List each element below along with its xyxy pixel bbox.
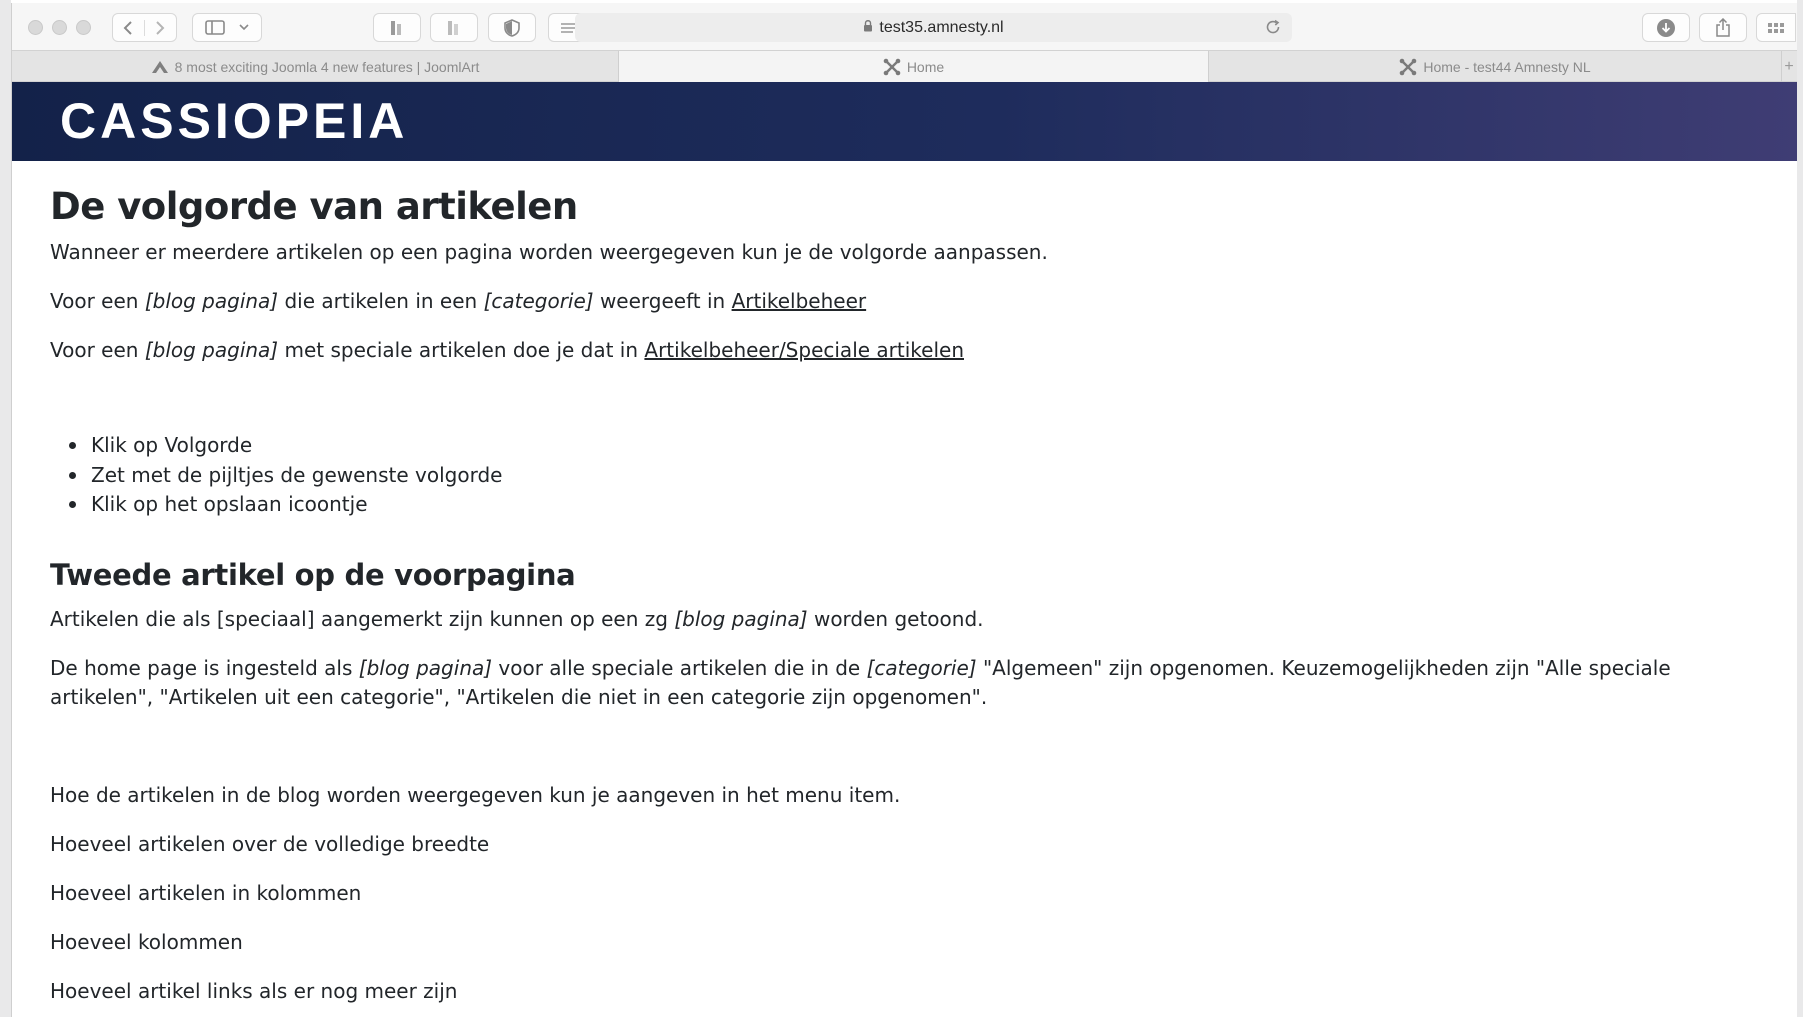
text: Artikelen die als [speciaal] aangemerkt … — [50, 607, 675, 631]
text-emphasis: [blog pagina] — [674, 607, 808, 631]
featured-paragraph: Artikelen die als [speciaal] aangemerkt … — [50, 605, 984, 634]
zoom-window-button[interactable] — [76, 20, 91, 35]
sidebar-toggle-button[interactable] — [192, 13, 262, 42]
text: worden getoond. — [807, 607, 984, 631]
steps-list: Klik op Volgorde Zet met de pijltjes de … — [68, 431, 502, 520]
close-window-button[interactable] — [28, 20, 43, 35]
extension-icon — [389, 19, 405, 37]
tab-label: Home — [906, 58, 945, 75]
grid-icon — [1767, 22, 1785, 34]
menu-item-paragraph: Hoe de artikelen in de blog worden weerg… — [50, 783, 901, 807]
chevron-down-icon[interactable] — [239, 24, 249, 31]
speciale-artikelen-link[interactable]: Artikelbeheer/Speciale artikelen — [644, 338, 964, 362]
new-tab-button[interactable]: + — [1781, 51, 1797, 82]
browser-window: test35.amnesty.nl 8 most exciting Joomla… — [11, 3, 1797, 1017]
list-item: Zet met de pijltjes de gewenste volgorde — [68, 461, 502, 491]
text: die artikelen in een — [278, 289, 484, 313]
desktop-background — [0, 0, 11, 1017]
category-ordering-paragraph: Voor een [blog pagina] die artikelen in … — [50, 287, 866, 316]
list-item: Klik op het opslaan icoontje — [68, 490, 502, 520]
tab-joomlart[interactable]: 8 most exciting Joomla 4 new features | … — [12, 51, 619, 82]
joomlart-icon — [151, 60, 169, 74]
tab-bar: 8 most exciting Joomla 4 new features | … — [12, 50, 1797, 82]
text: Voor een — [50, 338, 145, 362]
extension-icon — [446, 19, 462, 37]
full-width-paragraph: Hoeveel artikelen over de volledige bree… — [50, 832, 490, 856]
text-emphasis: [categorie] — [866, 656, 977, 680]
joomla-icon — [1399, 58, 1417, 76]
address-url: test35.amnesty.nl — [879, 18, 1004, 36]
text-emphasis: [blog pagina] — [144, 289, 279, 313]
site-brand[interactable]: CASSIOPEIA — [60, 92, 408, 150]
artikelbeheer-link[interactable]: Artikelbeheer — [732, 289, 867, 313]
extension-button-1[interactable] — [373, 13, 421, 42]
privacy-report-button[interactable] — [488, 13, 536, 42]
featured-ordering-paragraph: Voor een [blog pagina] met speciale arti… — [50, 336, 964, 365]
browser-toolbar: test35.amnesty.nl — [12, 3, 1797, 50]
back-forward-group — [112, 13, 177, 42]
text: met speciale artikelen doe je dat in — [278, 338, 645, 362]
tab-overview-button[interactable] — [1756, 13, 1796, 42]
links-paragraph: Hoeveel artikel links als er nog meer zi… — [50, 979, 458, 1003]
text: voor alle speciale artikelen die in de — [492, 656, 867, 680]
tab-home[interactable]: Home — [619, 51, 1209, 82]
text: Voor een — [50, 289, 145, 313]
list-item: Klik op Volgorde — [68, 431, 502, 461]
text-emphasis: [categorie] — [483, 289, 594, 313]
joomla-icon — [883, 58, 901, 76]
download-icon — [1656, 18, 1676, 38]
share-button[interactable] — [1699, 13, 1747, 42]
text: De home page is ingesteld als — [50, 656, 359, 680]
minimize-window-button[interactable] — [52, 20, 67, 35]
reload-icon[interactable] — [1264, 18, 1282, 41]
columns-count-paragraph: Hoeveel kolommen — [50, 930, 243, 954]
lock-icon — [863, 19, 873, 37]
page-title: De volgorde van artikelen — [50, 185, 578, 228]
sidebar-icon — [205, 20, 225, 35]
homepage-settings-paragraph: De home page is ingesteld als [blog pagi… — [50, 654, 1760, 712]
shield-icon — [504, 18, 520, 37]
tab-label: 8 most exciting Joomla 4 new features | … — [174, 58, 480, 75]
site-header: CASSIOPEIA — [12, 82, 1797, 161]
desktop-background-right — [1797, 0, 1803, 1017]
columns-articles-paragraph: Hoeveel artikelen in kolommen — [50, 881, 362, 905]
intro-paragraph: Wanneer er meerdere artikelen op een pag… — [50, 240, 1048, 264]
section-heading: Tweede artikel op de voorpagina — [50, 558, 576, 592]
text-emphasis: [blog pagina] — [358, 656, 493, 680]
text: weergeeft in — [593, 289, 732, 313]
address-bar[interactable]: test35.amnesty.nl — [575, 13, 1292, 42]
tab-label: Home - test44 Amnesty NL — [1423, 58, 1591, 75]
downloads-button[interactable] — [1642, 13, 1690, 42]
forward-icon[interactable] — [145, 20, 176, 36]
share-icon — [1715, 18, 1731, 37]
extension-button-2[interactable] — [430, 13, 478, 42]
tab-home-test44[interactable]: Home - test44 Amnesty NL — [1209, 51, 1782, 82]
text-emphasis: [blog pagina] — [144, 338, 279, 362]
back-icon[interactable] — [113, 19, 145, 36]
